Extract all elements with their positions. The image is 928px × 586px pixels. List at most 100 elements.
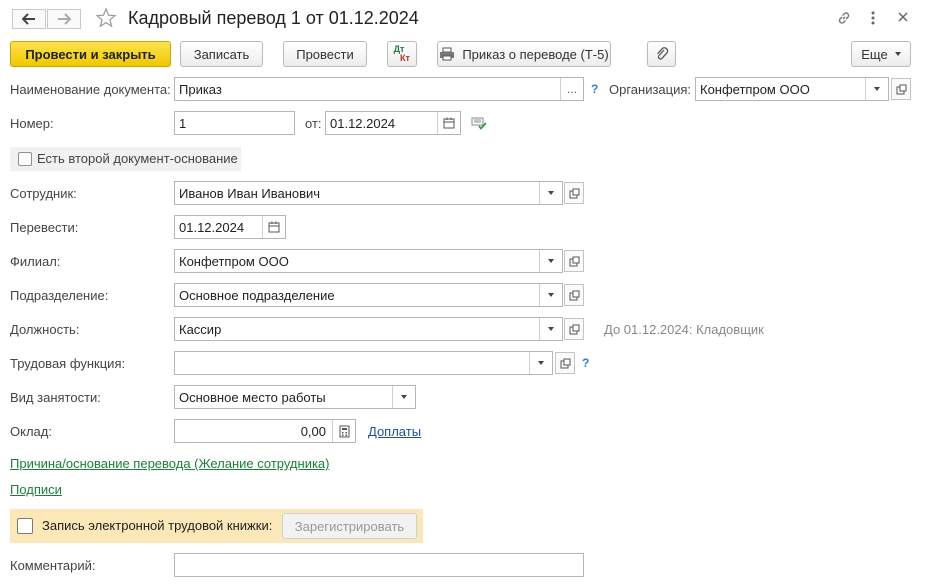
help-icon[interactable]: ?	[582, 356, 589, 370]
calendar-button[interactable]	[437, 112, 460, 134]
number-label: Номер:	[10, 116, 54, 131]
open-window-icon	[569, 290, 579, 300]
chevron-down-icon	[894, 52, 901, 56]
dept-dropdown-button[interactable]	[539, 284, 562, 306]
org-field[interactable]: Конфетпром ООО	[695, 77, 889, 101]
etk-record-panel: Запись электронной трудовой книжки: Заре…	[10, 509, 423, 543]
back-button[interactable]	[12, 9, 46, 29]
chevron-down-icon	[538, 361, 544, 365]
allowances-link[interactable]: Доплаты	[368, 424, 421, 439]
arrow-left-icon	[22, 13, 35, 25]
close-icon[interactable]	[897, 11, 909, 26]
arrow-right-icon	[58, 13, 71, 25]
chevron-down-icon	[874, 87, 880, 91]
number-value: 1	[179, 115, 187, 131]
second-doc-checkbox[interactable]	[18, 152, 32, 166]
open-window-icon	[569, 256, 579, 266]
calendar-button[interactable]	[262, 216, 285, 238]
etk-checkbox[interactable]	[17, 518, 33, 534]
open-window-icon	[569, 188, 579, 198]
more-label: Еще	[861, 46, 888, 62]
employment-label: Вид занятости:	[10, 390, 101, 405]
doc-name-label: Наименование документа:	[10, 82, 171, 97]
etk-label: Запись электронной трудовой книжки:	[42, 518, 273, 533]
calculator-button[interactable]	[332, 420, 355, 442]
position-label: Должность:	[10, 322, 80, 337]
open-window-icon	[896, 84, 906, 94]
org-label: Организация:	[609, 82, 692, 97]
org-open-button[interactable]	[891, 78, 911, 100]
salary-field[interactable]: 0,00	[174, 419, 356, 443]
open-window-icon	[569, 324, 579, 334]
labor-func-dropdown-button[interactable]	[529, 352, 552, 374]
position-open-button[interactable]	[564, 318, 584, 340]
labor-func-field[interactable]	[174, 351, 553, 375]
org-value: Конфетпром ООО	[700, 81, 810, 97]
save-button[interactable]: Записать	[180, 41, 263, 67]
chevron-down-icon	[548, 259, 554, 263]
link-icon[interactable]	[836, 10, 852, 29]
attach-button[interactable]	[647, 41, 676, 67]
position-history-hint: До 01.12.2024: Кладовщик	[604, 322, 764, 337]
more-button[interactable]: Еще	[851, 41, 911, 67]
number-status-icon[interactable]	[471, 116, 487, 133]
forward-button[interactable]	[47, 9, 81, 29]
branch-open-button[interactable]	[564, 250, 584, 272]
post-button[interactable]: Провести	[283, 41, 367, 67]
calendar-icon	[268, 221, 280, 233]
post-and-close-button[interactable]: Провести и закрыть	[10, 41, 171, 67]
org-dropdown-button[interactable]	[865, 78, 888, 100]
transfer-date-value: 01.12.2024	[179, 219, 245, 235]
number-field[interactable]: 1	[174, 111, 295, 135]
transfer-reason-link[interactable]: Причина/основание перевода (Желание сотр…	[10, 456, 330, 471]
employee-dropdown-button[interactable]	[539, 182, 562, 204]
transfer-date-field[interactable]: 01.12.2024	[174, 215, 286, 239]
from-label: от:	[305, 116, 322, 131]
kt-label: Кт	[400, 53, 410, 63]
signatures-link[interactable]: Подписи	[10, 482, 62, 497]
more-vertical-icon[interactable]	[868, 10, 878, 29]
printer-icon	[440, 47, 455, 61]
calendar-icon	[443, 117, 455, 129]
calculator-icon	[339, 425, 349, 437]
doc-name-field[interactable]: Приказ ...	[174, 77, 584, 101]
employee-field[interactable]: Иванов Иван Иванович	[174, 181, 563, 205]
labor-func-open-button[interactable]	[555, 352, 575, 374]
branch-value: Конфетпром ООО	[179, 253, 289, 269]
dept-open-button[interactable]	[564, 284, 584, 306]
favorite-star-icon[interactable]	[95, 7, 117, 32]
position-dropdown-button[interactable]	[539, 318, 562, 340]
date-value: 01.12.2024	[330, 115, 396, 131]
chevron-down-icon	[548, 327, 554, 331]
doc-name-value: Приказ	[179, 81, 222, 97]
employee-open-button[interactable]	[564, 182, 584, 204]
employment-dropdown-button[interactable]	[392, 386, 415, 408]
branch-dropdown-button[interactable]	[539, 250, 562, 272]
print-order-button[interactable]: Приказ о переводе (Т-5)	[437, 41, 611, 67]
open-window-icon	[560, 358, 570, 368]
branch-label: Филиал:	[10, 254, 61, 269]
salary-label: Оклад:	[10, 424, 52, 439]
comment-field[interactable]	[174, 553, 584, 577]
employment-value: Основное место работы	[179, 389, 326, 405]
position-field[interactable]: Кассир	[174, 317, 563, 341]
salary-value: 0,00	[300, 423, 326, 439]
chevron-down-icon	[548, 191, 554, 195]
labor-func-label: Трудовая функция:	[10, 356, 126, 371]
employment-field[interactable]: Основное место работы	[174, 385, 416, 409]
print-order-label: Приказ о переводе (Т-5)	[462, 46, 609, 62]
dt-kt-button[interactable]: Дт Кт	[387, 41, 417, 67]
position-value: Кассир	[179, 321, 222, 337]
ellipsis-button[interactable]: ...	[560, 78, 583, 100]
help-icon[interactable]: ?	[591, 82, 598, 96]
branch-field[interactable]: Конфетпром ООО	[174, 249, 563, 273]
employee-value: Иванов Иван Иванович	[179, 185, 321, 201]
date-field[interactable]: 01.12.2024	[325, 111, 461, 135]
dept-field[interactable]: Основное подразделение	[174, 283, 563, 307]
employee-label: Сотрудник:	[10, 186, 77, 201]
register-button[interactable]: Зарегистрировать	[282, 513, 417, 539]
second-doc-checkbox-row[interactable]: Есть второй документ-основание	[10, 147, 241, 171]
transfer-label: Перевести:	[10, 220, 79, 235]
second-doc-label: Есть второй документ-основание	[37, 151, 238, 166]
dept-label: Подразделение:	[10, 288, 109, 303]
